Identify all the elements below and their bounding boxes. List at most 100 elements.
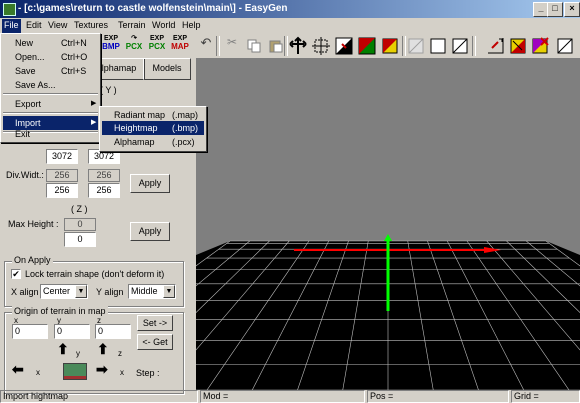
menu-separator [3, 112, 98, 114]
lock-terrain-checkbox[interactable]: ✔ [11, 269, 21, 279]
y-align-select[interactable]: Middle ▼ [128, 284, 176, 299]
div-x-field[interactable]: 256 [46, 183, 78, 198]
menu-view[interactable]: View [46, 20, 69, 30]
terrain-render [196, 234, 580, 390]
origin-x-field[interactable]: 0 [12, 324, 48, 339]
div-width-label: Div.Widt.: [6, 170, 44, 180]
x-align-label: X align [11, 287, 39, 297]
div-y-readonly: 256 [88, 169, 120, 182]
origin-label: Origin of terrain in map [12, 306, 108, 316]
delete-icon[interactable] [530, 35, 552, 57]
menu-item-radiant-map[interactable]: Radiant map (.map) [102, 108, 204, 122]
import-pcx-button[interactable]: ↷ PCX [123, 35, 145, 57]
menu-item-label: Exit [15, 129, 31, 139]
menu-item-label: New [15, 38, 34, 48]
chevron-down-icon[interactable]: ▼ [163, 285, 175, 298]
copy-icon[interactable] [243, 35, 265, 57]
menu-terrain[interactable]: Terrain [116, 20, 148, 30]
square-icon[interactable] [428, 35, 450, 57]
bmp-text: BMP [102, 42, 120, 51]
menu-help[interactable]: Help [180, 20, 203, 30]
menu-item-export[interactable]: Export ▶ [3, 97, 98, 111]
export-pcx-button[interactable]: EXP PCX [146, 35, 168, 57]
origin-y-field[interactable]: 0 [54, 324, 90, 339]
menu-item-alphamap[interactable]: Alphamap (.pcx) [102, 135, 204, 149]
paint-icon[interactable] [334, 35, 356, 57]
arrow-up-z-icon[interactable]: ⬆ [97, 342, 109, 356]
menu-item-shortcut: Ctrl+S [61, 66, 87, 76]
diagonal-icon[interactable] [450, 35, 472, 57]
menu-edit[interactable]: Edit [24, 20, 44, 30]
menu-item-label: Radiant map [114, 110, 166, 120]
pcx-text: PCX [148, 42, 166, 51]
export-map-button[interactable]: EXP MAP [169, 35, 191, 57]
fill-icon[interactable] [380, 35, 402, 57]
submenu-arrow-icon: ▶ [91, 100, 97, 107]
z-header: ( Z ) [71, 204, 88, 214]
menu-item-ext: (.bmp) [172, 123, 199, 133]
apply-div-button[interactable]: Apply [130, 174, 170, 193]
menu-item-save[interactable]: Save Ctrl+S [3, 64, 98, 78]
toolbar-separator [472, 36, 476, 56]
menu-world[interactable]: World [150, 20, 177, 30]
max-height-field[interactable]: 0 [64, 232, 96, 247]
map-text: MAP [171, 42, 189, 51]
arrow-x-label: x [36, 368, 40, 377]
status-bar: Import hightmap Mod = Pos = Grid = [0, 390, 580, 403]
x-align-value: Center [43, 286, 71, 296]
menu-item-save-as[interactable]: Save As... [3, 78, 98, 92]
raise-icon[interactable] [486, 35, 508, 57]
status-mod: Mod = [200, 390, 365, 403]
cut-icon[interactable]: ✂ [221, 35, 243, 57]
menu-item-shortcut: Ctrl+N [61, 38, 87, 48]
arrow-right-x-icon[interactable]: ➡ [96, 362, 108, 376]
menu-item-new[interactable]: New Ctrl+N [3, 36, 98, 50]
menu-item-label: Open... [15, 52, 45, 62]
import-submenu: Radiant map (.map) Heightmap (.bmp) Alph… [99, 106, 207, 152]
y-axis-arrowhead [384, 234, 392, 241]
set-origin-button[interactable]: Set -> [137, 315, 173, 331]
menu-item-exit[interactable]: Exit [3, 127, 98, 141]
grid-select-icon[interactable] [311, 35, 333, 57]
menu-file[interactable]: File [2, 19, 21, 33]
menu-item-ext: (.pcx) [172, 137, 195, 147]
lower-icon[interactable] [508, 35, 530, 57]
arrow-left-x-icon[interactable]: ⬅ [12, 362, 24, 376]
app-icon [3, 3, 16, 16]
toolbar-separator [216, 36, 220, 56]
step-label: Step : [136, 368, 160, 378]
on-apply-label: On Apply [12, 255, 53, 265]
terrain-preview-icon [63, 363, 87, 380]
status-pos: Pos = [367, 390, 509, 403]
origin-z-field[interactable]: 0 [95, 324, 131, 339]
menu-item-heightmap[interactable]: Heightmap (.bmp) [102, 121, 204, 135]
terrain-3d-viewport[interactable] [196, 58, 580, 390]
menu-item-label: Save As... [15, 80, 56, 90]
menu-item-shortcut: Ctrl+O [61, 52, 88, 62]
max-height-readonly: 0 [64, 218, 96, 231]
chevron-down-icon[interactable]: ▼ [75, 285, 87, 298]
get-origin-button[interactable]: <- Get [137, 334, 173, 350]
arrow-z-label: z [118, 349, 122, 358]
move-icon[interactable] [288, 35, 310, 57]
export-bmp-button[interactable]: EXP BMP [100, 35, 122, 57]
tab-models[interactable]: Models [143, 58, 191, 80]
close-button[interactable]: × [564, 2, 580, 17]
undo-icon[interactable]: ↶ [195, 35, 217, 57]
pcx-text: PCX [125, 42, 143, 51]
menu-bar: File Edit View Textures Terrain World He… [0, 18, 580, 34]
apply-height-button[interactable]: Apply [130, 222, 170, 241]
maximize-button[interactable]: □ [547, 2, 563, 17]
size-x-field[interactable]: 3072 [46, 149, 78, 164]
menu-item-label: Alphamap [114, 137, 155, 147]
menu-item-open[interactable]: Open... Ctrl+O [3, 50, 98, 64]
erase-icon[interactable] [406, 35, 428, 57]
menu-item-label: Heightmap [114, 123, 158, 133]
arrow-up-y-icon[interactable]: ⬆ [57, 342, 69, 356]
menu-textures[interactable]: Textures [72, 20, 110, 30]
x-align-select[interactable]: Center ▼ [40, 284, 88, 299]
div-y-field[interactable]: 256 [88, 183, 120, 198]
color-icon[interactable] [357, 35, 379, 57]
y-align-label: Y align [96, 287, 124, 297]
clear-icon[interactable] [555, 35, 577, 57]
